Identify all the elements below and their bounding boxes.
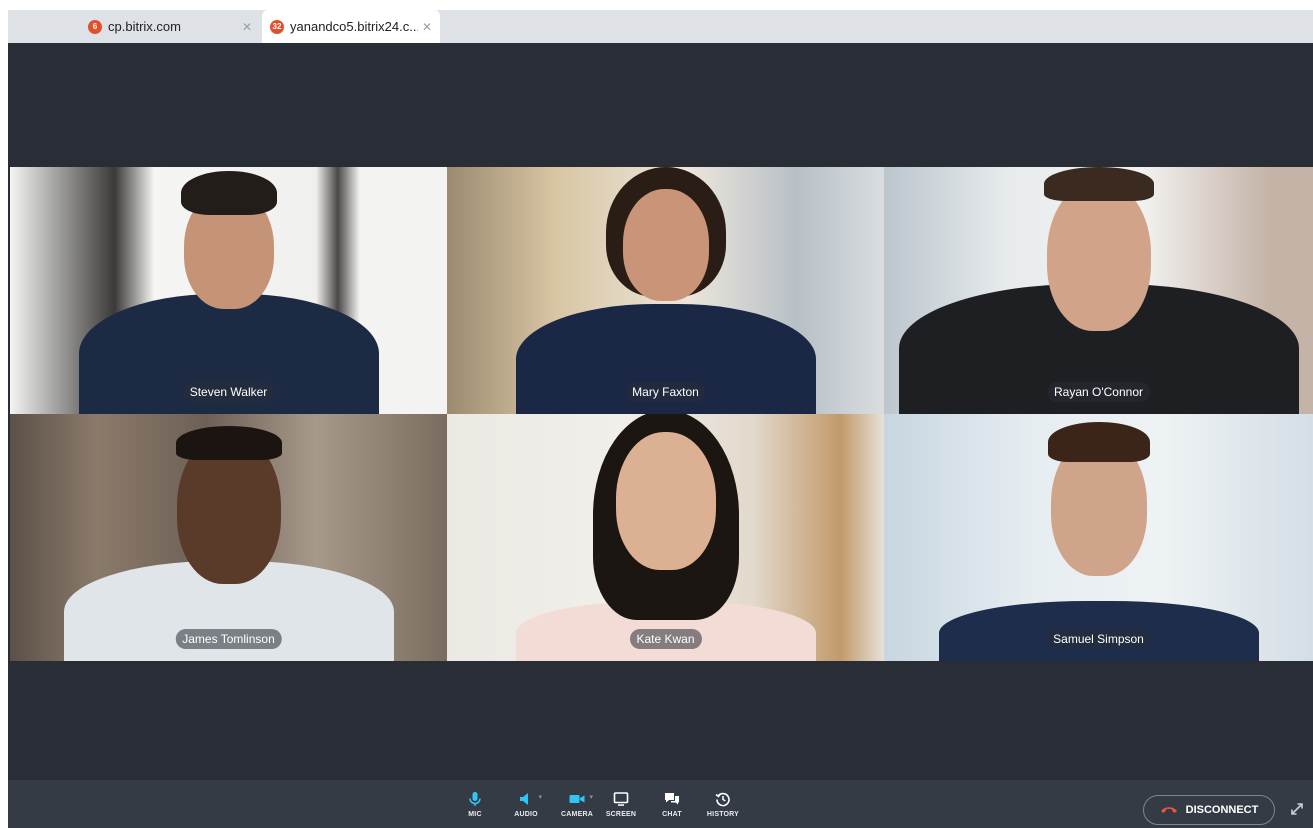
speaker-icon	[520, 793, 528, 805]
screen-share-button[interactable]: SCREEN	[601, 790, 641, 818]
mic-label: MIC	[468, 811, 482, 818]
audio-label: AUDIO	[514, 811, 538, 818]
hang-up-icon	[1160, 807, 1177, 813]
disconnect-button[interactable]: DISCONNECT	[1143, 795, 1275, 825]
chat-label: CHAT	[662, 811, 682, 818]
audio-button[interactable]: ▾ AUDIO	[506, 790, 546, 818]
expand-icon	[1291, 803, 1303, 815]
participant-name: Samuel Simpson	[1046, 629, 1151, 649]
microphone-icon	[469, 792, 481, 806]
close-icon[interactable]: ✕	[422, 20, 432, 34]
person-head	[622, 189, 709, 301]
camera-button[interactable]: ▾ CAMERA	[557, 790, 597, 818]
person-hair	[180, 171, 277, 215]
video-camera-icon	[569, 795, 585, 803]
chat-bubbles-icon	[665, 793, 679, 805]
close-icon[interactable]: ✕	[242, 20, 252, 34]
participant-name: Kate Kwan	[629, 629, 702, 649]
browser-tab-cp-bitrix[interactable]: 6 cp.bitrix.com ✕	[80, 10, 260, 43]
chevron-down-icon[interactable]: ▾	[538, 793, 542, 801]
monitor-icon	[613, 792, 629, 806]
participant-tile[interactable]: Rayan O'Connor	[884, 167, 1313, 414]
person-hair	[175, 426, 282, 460]
notification-badge: 6	[88, 19, 102, 34]
tab-title: yanandco5.bitrix24.c...	[290, 19, 418, 34]
participant-name: Mary Faxton	[625, 382, 706, 402]
participant-tile[interactable]: James Tomlinson	[10, 414, 447, 661]
fullscreen-button[interactable]	[1290, 802, 1304, 821]
disconnect-label: DISCONNECT	[1185, 804, 1259, 816]
participant-name: Steven Walker	[182, 382, 275, 402]
chevron-down-icon[interactable]: ▾	[589, 793, 593, 801]
notification-badge: 32	[270, 19, 284, 34]
mic-button[interactable]: MIC	[455, 790, 495, 818]
camera-label: CAMERA	[561, 811, 593, 818]
person-head	[1046, 181, 1151, 331]
participant-name: Rayan O'Connor	[1046, 382, 1151, 402]
participant-name: James Tomlinson	[175, 629, 282, 649]
browser-tabbar: 6 cp.bitrix.com ✕ 32 yanandco5.bitrix24.…	[0, 0, 1313, 43]
chat-button[interactable]: CHAT	[652, 790, 692, 818]
person-hair	[1047, 422, 1150, 462]
browser-tab-bitrix24[interactable]: 32 yanandco5.bitrix24.c... ✕	[262, 10, 440, 43]
history-icon	[715, 792, 730, 807]
participant-grid: Steven Walker Mary Faxton Rayan O'Connor…	[10, 167, 1313, 661]
call-control-bar: MIC ▾ AUDIO ▾ CAMERA SCREEN CHAT HISTORY…	[8, 780, 1313, 828]
person-hair	[1043, 167, 1154, 201]
tab-title: cp.bitrix.com	[108, 19, 181, 34]
history-button[interactable]: HISTORY	[703, 790, 743, 818]
participant-tile[interactable]: Mary Faxton	[447, 167, 884, 414]
person-head	[615, 432, 716, 570]
screen-label: SCREEN	[605, 811, 637, 818]
participant-tile[interactable]: Kate Kwan	[447, 414, 884, 661]
history-label: HISTORY	[706, 811, 740, 818]
video-stage: Steven Walker Mary Faxton Rayan O'Connor…	[8, 43, 1313, 780]
participant-tile[interactable]: Samuel Simpson	[884, 414, 1313, 661]
participant-tile[interactable]: Steven Walker	[10, 167, 447, 414]
